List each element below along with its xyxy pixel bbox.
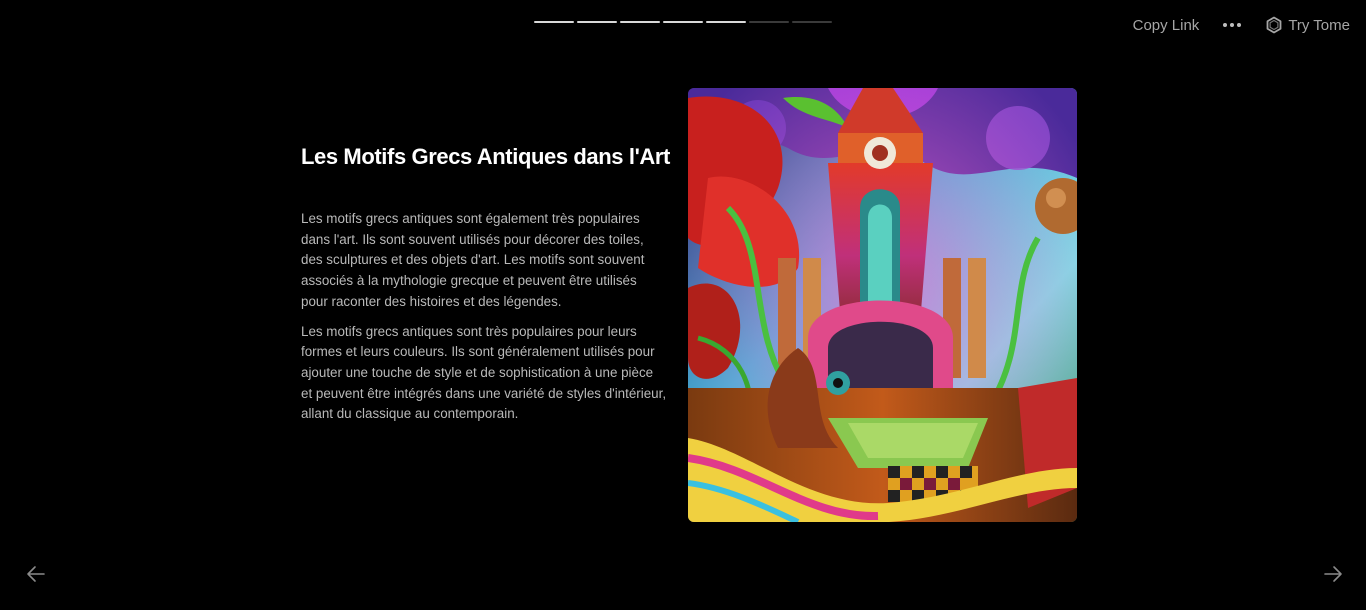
body-paragraph: Les motifs grecs antiques sont très popu… [301,323,667,422]
previous-slide-button[interactable] [24,562,48,586]
slide-body: Les motifs grecs antiques sont également… [301,209,667,434]
more-options-icon[interactable] [1223,23,1242,27]
progress-segment[interactable] [792,21,832,23]
try-tome-button[interactable]: Try Tome [1265,16,1350,34]
slide-title: Les Motifs Grecs Antiques dans l'Art [301,144,670,169]
slide-artwork-image [688,88,1077,522]
progress-segment[interactable] [706,21,746,23]
progress-segment[interactable] [749,21,789,23]
copy-link-button[interactable]: Copy Link [1133,17,1200,34]
progress-segment[interactable] [620,21,660,23]
tome-logo-icon [1266,16,1282,34]
arrow-right-icon [1324,566,1342,582]
top-toolbar: Copy Link Try Tome [1133,14,1350,36]
progress-segment[interactable] [534,21,574,23]
progress-segment[interactable] [577,21,617,23]
slide-progress-bar [534,21,832,23]
try-tome-label: Try Tome [1288,16,1350,34]
arrow-left-icon [27,566,45,582]
body-paragraph: Les motifs grecs antiques sont également… [301,211,645,309]
progress-segment[interactable] [663,21,703,23]
next-slide-button[interactable] [1321,562,1345,586]
